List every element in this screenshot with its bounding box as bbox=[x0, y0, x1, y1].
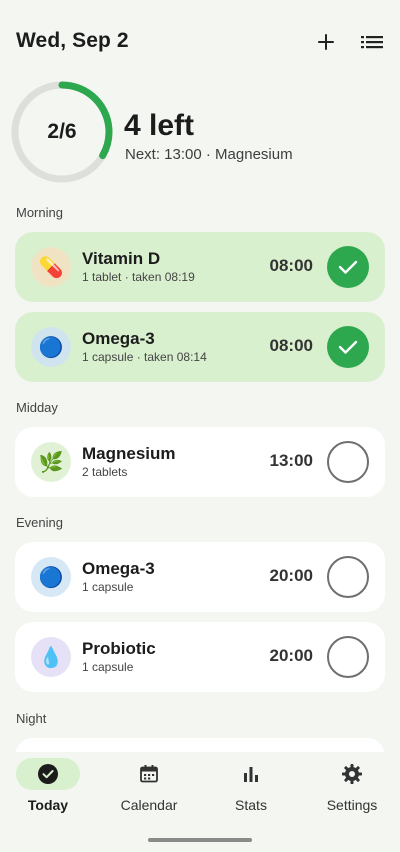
gear-icon bbox=[342, 764, 362, 784]
nav-label: Stats bbox=[235, 797, 267, 813]
med-name: Magnesium bbox=[82, 444, 176, 463]
section-evening: Evening bbox=[16, 515, 63, 530]
nav-label: Settings bbox=[326, 797, 378, 813]
capsule-icon: 🔵 bbox=[31, 557, 71, 597]
taken-toggle[interactable] bbox=[327, 246, 369, 288]
dose-card-magnesium[interactable]: 🌿 Magnesium 2 tablets 13:00 bbox=[15, 427, 385, 497]
nav-label: Today bbox=[27, 797, 69, 813]
med-name: Omega-3 bbox=[82, 559, 155, 578]
daily-progress: 2/6 4 left Next: 13:00 · Magnesium bbox=[10, 80, 400, 190]
droplet-icon: 💧 bbox=[31, 637, 71, 677]
dose-time: 08:00 bbox=[269, 256, 313, 275]
stats-icon-wrap bbox=[219, 758, 283, 790]
dose-time: 20:00 bbox=[269, 646, 313, 665]
bar-chart-icon bbox=[244, 767, 258, 782]
nav-label: Calendar bbox=[120, 797, 178, 813]
plus-icon bbox=[318, 34, 334, 50]
calendar-icon bbox=[140, 765, 158, 783]
home-indicator[interactable] bbox=[148, 838, 252, 842]
dose-card-omega-3-morning[interactable]: 🔵 Omega-3 1 capsule · taken 08:14 08:00 bbox=[15, 312, 385, 382]
page-title: Wed, Sep 2 bbox=[16, 29, 129, 52]
next-dose: Next: 13:00 · Magnesium bbox=[125, 146, 293, 163]
pill-icon: 💊 bbox=[31, 247, 71, 287]
med-detail: 1 capsule · taken 08:14 bbox=[82, 350, 207, 364]
add-button[interactable] bbox=[312, 28, 340, 56]
med-detail: 1 capsule bbox=[82, 580, 134, 594]
section-night: Night bbox=[16, 711, 47, 726]
taken-toggle[interactable] bbox=[327, 441, 369, 483]
dose-time: 08:00 bbox=[269, 336, 313, 355]
taken-toggle[interactable] bbox=[327, 556, 369, 598]
doses-left: 4 left bbox=[124, 109, 195, 142]
bottom-nav: Today Calendar Stats Settings bbox=[0, 752, 400, 852]
nav-stats[interactable]: Stats bbox=[203, 752, 303, 822]
dose-card-vitamin-d[interactable]: 💊 Vitamin D 1 tablet · taken 08:19 08:00 bbox=[15, 232, 385, 302]
dose-card-omega-3-evening[interactable]: 🔵 Omega-3 1 capsule 20:00 bbox=[15, 542, 385, 612]
med-detail: 2 tablets bbox=[82, 465, 128, 479]
med-name: Vitamin D bbox=[82, 249, 161, 268]
dose-time: 13:00 bbox=[269, 451, 313, 470]
nav-today[interactable]: Today bbox=[0, 752, 100, 822]
dose-time: 20:00 bbox=[269, 566, 313, 585]
med-name: Omega-3 bbox=[82, 329, 155, 348]
check-icon bbox=[338, 340, 358, 354]
today-icon-pill bbox=[16, 758, 80, 790]
check-icon bbox=[338, 260, 358, 274]
dose-card-probiotic[interactable]: 💧 Probiotic 1 capsule 20:00 bbox=[15, 622, 385, 692]
med-name: Probiotic bbox=[82, 639, 156, 658]
med-detail: 1 tablet · taken 08:19 bbox=[82, 270, 195, 284]
capsule-icon: 🔵 bbox=[31, 327, 71, 367]
nav-settings[interactable]: Settings bbox=[304, 752, 400, 822]
settings-icon-wrap bbox=[320, 758, 384, 790]
section-morning: Morning bbox=[16, 205, 63, 220]
list-icon bbox=[361, 36, 383, 49]
taken-toggle[interactable] bbox=[327, 636, 369, 678]
nav-calendar[interactable]: Calendar bbox=[101, 752, 201, 822]
progress-count: 2/6 bbox=[47, 120, 77, 143]
check-circle-icon bbox=[38, 764, 58, 784]
leaf-icon: 🌿 bbox=[31, 442, 71, 482]
section-midday: Midday bbox=[16, 400, 58, 415]
app-header: Wed, Sep 2 bbox=[0, 0, 400, 84]
taken-toggle[interactable] bbox=[327, 326, 369, 368]
list-view-button[interactable] bbox=[358, 28, 386, 56]
med-detail: 1 capsule bbox=[82, 660, 134, 674]
calendar-icon-wrap bbox=[117, 758, 181, 790]
